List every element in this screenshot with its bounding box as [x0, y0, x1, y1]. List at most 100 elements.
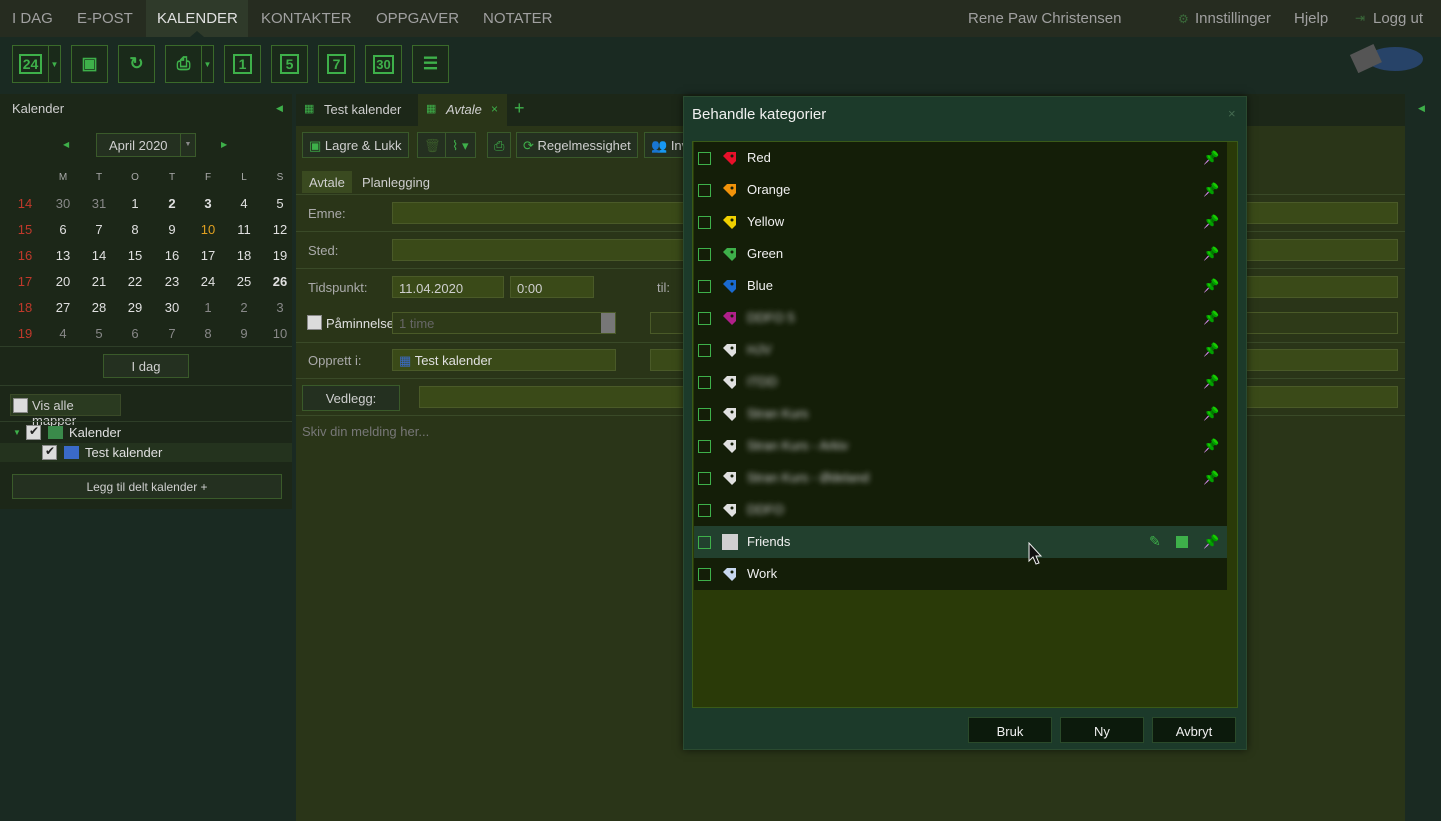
pin-icon[interactable]: 📌: [1203, 246, 1219, 261]
calendar-day[interactable]: 15: [120, 248, 150, 263]
pin-icon[interactable]: 📌: [1203, 470, 1219, 485]
calendar-day[interactable]: 27: [48, 300, 78, 315]
reminder-checkbox[interactable]: [307, 315, 322, 330]
print-dropdown-button[interactable]: ▼: [202, 45, 214, 83]
category-row[interactable]: [694, 334, 1227, 366]
calendar-day[interactable]: 10: [265, 326, 295, 341]
calendar-day[interactable]: 6: [48, 222, 78, 237]
calendar-day[interactable]: 25: [229, 274, 259, 289]
cancel-button[interactable]: Avbryt: [1152, 717, 1236, 743]
calendar-day[interactable]: 16: [157, 248, 187, 263]
calendar-day[interactable]: 20: [48, 274, 78, 289]
pin-icon[interactable]: 📌: [1203, 534, 1219, 549]
calendar-day[interactable]: 5: [265, 196, 295, 211]
calendar-day[interactable]: 5: [84, 326, 114, 341]
close-tab-icon[interactable]: ×: [491, 102, 498, 116]
calendar-day[interactable]: 18: [229, 248, 259, 263]
view-week-button[interactable]: 7: [318, 45, 355, 83]
calendar-day[interactable]: 6: [120, 326, 150, 341]
print-appointment-button[interactable]: ⎙: [487, 132, 512, 158]
tab-avtale[interactable]: ▦ Avtale ×: [418, 94, 507, 126]
calendar-day[interactable]: 7: [157, 326, 187, 341]
pin-icon[interactable]: 📌: [1203, 406, 1219, 421]
pin-icon[interactable]: 📌: [1203, 342, 1219, 357]
view-day-button[interactable]: 1: [224, 45, 261, 83]
calendar-day[interactable]: 21: [84, 274, 114, 289]
calendar-day[interactable]: 1: [120, 196, 150, 211]
close-icon[interactable]: ×: [1228, 106, 1236, 121]
nav-contacts[interactable]: KONTAKTER: [261, 10, 352, 27]
calendar-day[interactable]: 23: [157, 274, 187, 289]
pin-icon[interactable]: 📌: [1203, 182, 1219, 197]
category-checkbox[interactable]: [698, 568, 711, 581]
pin-icon[interactable]: 📌: [1203, 214, 1219, 229]
pin-icon[interactable]: 📌: [1203, 150, 1219, 165]
category-checkbox[interactable]: [698, 312, 711, 325]
calendar-day[interactable]: 10: [193, 222, 223, 237]
show-all-checkbox[interactable]: [13, 398, 28, 413]
pin-icon[interactable]: 📌: [1203, 278, 1219, 293]
add-shared-calendar-button[interactable]: Legg til delt kalender +: [12, 474, 282, 499]
calendar-day[interactable]: 8: [193, 326, 223, 341]
new-dropdown-button[interactable]: ▼: [49, 45, 61, 83]
tree-root-checkbox[interactable]: ✔: [26, 424, 41, 440]
calendar-day[interactable]: 22: [120, 274, 150, 289]
end-time-input[interactable]: [1238, 276, 1398, 298]
calendar-day[interactable]: 2: [229, 300, 259, 315]
reminder-select[interactable]: 1 time: [392, 312, 616, 334]
calendar-day[interactable]: 4: [48, 326, 78, 341]
view-list-button[interactable]: ☰: [412, 45, 449, 83]
category-checkbox[interactable]: [698, 536, 711, 549]
category-row[interactable]: [694, 142, 1227, 174]
calendar-day[interactable]: 30: [48, 196, 78, 211]
calendar-day[interactable]: 24: [193, 274, 223, 289]
calendar-day[interactable]: 30: [157, 300, 187, 315]
calendar-day[interactable]: 8: [120, 222, 150, 237]
refresh-button[interactable]: ↻: [118, 45, 155, 83]
save-close-button[interactable]: ▣ Lagre & Lukk: [302, 132, 409, 158]
collapse-left-icon[interactable]: ◀: [276, 103, 283, 114]
collapse-right-icon[interactable]: ◀: [1418, 103, 1425, 114]
show-all-folders-toggle[interactable]: Vis alle mapper: [10, 394, 121, 428]
nav-calendar[interactable]: KALENDER: [157, 10, 238, 27]
category-checkbox[interactable]: [698, 504, 711, 517]
calendar-day[interactable]: 14: [84, 248, 114, 263]
calendar-day[interactable]: 11: [229, 222, 259, 237]
calendar-day[interactable]: 3: [265, 300, 295, 315]
pin-icon[interactable]: 📌: [1203, 310, 1219, 325]
tree-child-checkbox[interactable]: ✔: [42, 444, 57, 460]
calendar-day[interactable]: 28: [84, 300, 114, 315]
calendar-day[interactable]: 31: [84, 196, 114, 211]
calendar-day[interactable]: 7: [84, 222, 114, 237]
calendar-day[interactable]: 9: [157, 222, 187, 237]
tab-test-kalender[interactable]: ▦ Test kalender: [296, 94, 414, 126]
category-checkbox[interactable]: [698, 184, 711, 197]
tree-root-label[interactable]: Kalender: [69, 425, 121, 440]
print-button[interactable]: ⎙: [165, 45, 202, 83]
tree-child-label[interactable]: Test kalender: [85, 445, 162, 460]
help-link[interactable]: Hjelp: [1294, 10, 1328, 27]
edit-icon[interactable]: ✎: [1149, 533, 1161, 550]
category-checkbox[interactable]: [698, 248, 711, 261]
subtab-scheduling[interactable]: Planlegging: [362, 175, 430, 190]
delete-button[interactable]: 🗑: [417, 132, 448, 158]
nav-notes[interactable]: NOTATER: [483, 10, 552, 27]
settings-link[interactable]: Innstillinger: [1195, 10, 1271, 27]
new-button[interactable]: Ny: [1060, 717, 1144, 743]
category-checkbox[interactable]: [698, 376, 711, 389]
category-color-swatch[interactable]: [722, 534, 738, 550]
prev-month-icon[interactable]: ◀: [63, 140, 69, 149]
category-checkbox[interactable]: [698, 440, 711, 453]
new-appointment-button[interactable]: 24: [12, 45, 49, 83]
subtab-appointment[interactable]: Avtale: [302, 171, 352, 193]
calendar-day[interactable]: 9: [229, 326, 259, 341]
created-in-select[interactable]: ▦ Test kalender: [392, 349, 616, 371]
category-checkbox[interactable]: [698, 216, 711, 229]
trash-icon[interactable]: [1176, 534, 1188, 548]
message-body[interactable]: Skiv din melding her...: [302, 424, 429, 439]
calendar-day[interactable]: 29: [120, 300, 150, 315]
today-button[interactable]: I dag: [103, 354, 189, 378]
category-checkbox[interactable]: [698, 344, 711, 357]
apply-button[interactable]: Bruk: [968, 717, 1052, 743]
calendar-day[interactable]: 3: [193, 196, 223, 211]
